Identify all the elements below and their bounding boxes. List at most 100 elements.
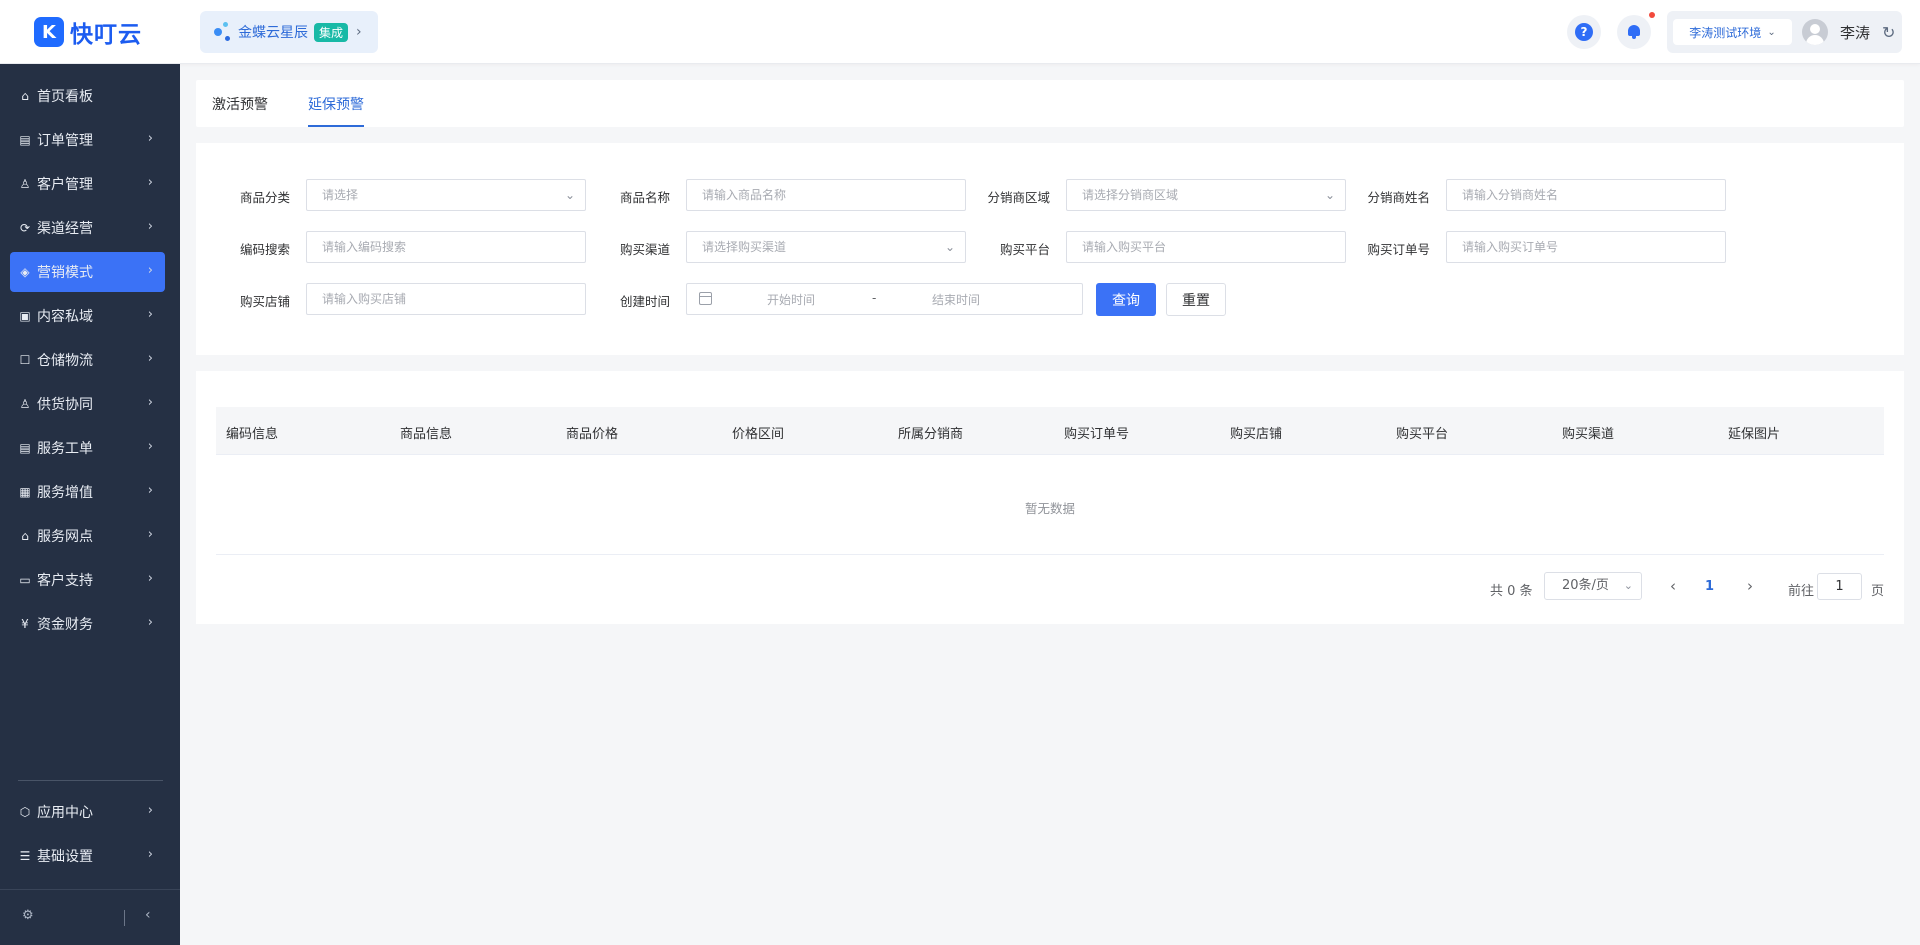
integration-chip[interactable]: 金蝶云星辰 集成 › [200,11,378,53]
notification-button[interactable] [1617,15,1651,49]
integration-name: 金蝶云星辰 [238,25,308,41]
chevron-right-icon: › [147,395,153,410]
product-name-label: 商品名称 [619,190,670,205]
sidebar-item-supply[interactable]: ♙ 供货协同 › [10,384,165,424]
sidebar-item-content[interactable]: ▣ 内容私域 › [10,296,165,336]
sidebar-divider [18,780,163,781]
tab-activation-warning[interactable]: 激活预警 [212,94,268,114]
distributor-name-label: 分销商姓名 [1367,190,1430,205]
sidebar-item-channels[interactable]: ⟳ 渠道经营 › [10,208,165,248]
sidebar-item-label: 应用中心 [37,805,93,821]
logo-text: 快叮云 [70,22,142,48]
sliders-icon: ☰ [19,849,31,863]
goto-page-input[interactable]: 1 [1817,573,1862,600]
reset-button[interactable]: 重置 [1166,283,1226,316]
chevron-right-icon: › [147,263,153,278]
purchase-shop-input[interactable]: 请输入购买店铺 [306,283,586,315]
purchase-order-placeholder: 请输入购买订单号 [1462,240,1559,254]
purchase-channel-select[interactable]: 请选择购买渠道 ⌄ [686,231,966,263]
user-name[interactable]: 李涛 [1840,22,1870,43]
sidebar-menu: ⌂ 首页看板 ▤ 订单管理 › ♙ 客户管理 › ⟳ 渠道经营 › ◈ 营销模式… [10,76,165,648]
sidebar-item-app-center[interactable]: ⬡ 应用中心 › [10,792,165,832]
table-header: 编码信息 商品信息 商品价格 价格区间 所属分销商 购买订单号 购买店铺 购买平… [216,407,1884,455]
sidebar-item-settings[interactable]: ☰ 基础设置 › [10,836,165,876]
sidebar-item-outlets[interactable]: ⌂ 服务网点 › [10,516,165,556]
column-header: 购买渠道 [1562,427,1615,442]
prev-page-icon[interactable]: ‹ [1670,577,1676,595]
env-select[interactable]: 李涛测试环境 ⌄ [1673,19,1792,45]
next-page-icon[interactable]: › [1747,577,1753,595]
code-search-label: 编码搜索 [239,242,290,257]
page-suffix: 页 [1871,584,1885,599]
help-icon: ? [1575,23,1593,41]
chevron-down-icon: ⌄ [1623,579,1633,592]
sidebar-footer-divider [0,889,180,890]
sidebar-item-service-orders[interactable]: ▤ 服务工单 › [10,428,165,468]
avatar[interactable] [1802,19,1828,45]
gear-icon[interactable]: ⚙ [22,908,34,923]
supplier-icon: ♙ [19,397,31,411]
page-number-current[interactable]: 1 [1705,579,1714,594]
created-time-range[interactable]: 开始时间 - 结束时间 [686,283,1083,315]
chevron-right-icon: › [147,131,153,146]
integration-badge: 集成 [314,22,349,42]
sidebar-item-dashboard[interactable]: ⌂ 首页看板 [10,76,165,116]
end-date-input[interactable]: 结束时间 [932,291,980,308]
chevron-right-icon: › [147,351,153,366]
box-icon: ☐ [19,353,31,367]
empty-state: 暂无数据 [1024,501,1075,516]
sidebar-item-customers[interactable]: ♙ 客户管理 › [10,164,165,204]
sidebar-item-marketing[interactable]: ◈ 营销模式 › [10,252,165,292]
sidebar-item-orders[interactable]: ▤ 订单管理 › [10,120,165,160]
purchase-platform-placeholder: 请输入购买平台 [1082,240,1167,254]
user-panel: 李涛测试环境 ⌄ 李涛 ↻ [1667,11,1902,53]
sidebar-item-label: 资金财务 [37,617,93,633]
help-button[interactable]: ? [1567,15,1601,49]
sidebar-item-label: 供货协同 [37,397,93,413]
image-icon: ▣ [19,309,31,323]
sidebar-item-warehouse[interactable]: ☐ 仓储物流 › [10,340,165,380]
chevron-right-icon: › [147,175,153,190]
sidebar-item-support[interactable]: ▭ 客户支持 › [10,560,165,600]
notification-dot [1649,12,1655,18]
app-logo[interactable]: K 快叮云 [34,16,142,48]
calendar-icon [699,292,712,305]
chevron-down-icon: ⌄ [564,188,575,202]
sidebar-item-finance[interactable]: ¥ 资金财务 › [10,604,165,644]
query-button[interactable]: 查询 [1096,283,1156,316]
category-select[interactable]: 请选择 ⌄ [306,179,586,211]
chevron-right-icon: › [147,219,153,234]
logo-mark: K [34,17,64,47]
page-size-select[interactable]: 20条/页 ⌄ [1544,572,1642,600]
sidebar-item-value-added[interactable]: ▦ 服务增值 › [10,472,165,512]
sidebar: ⌂ 首页看板 ▤ 订单管理 › ♙ 客户管理 › ⟳ 渠道经营 › ◈ 营销模式… [0,64,180,945]
chevron-down-icon: ⌄ [1767,26,1776,38]
sidebar-item-label: 营销模式 [37,265,93,281]
product-name-input[interactable]: 请输入商品名称 [686,179,966,211]
support-icon: ▭ [19,573,31,587]
purchase-platform-input[interactable]: 请输入购买平台 [1066,231,1346,263]
sidebar-item-label: 订单管理 [37,133,93,149]
clipboard-icon: ▤ [19,133,31,147]
sidebar-item-label: 客户支持 [37,573,93,589]
region-select[interactable]: 请选择分销商区域 ⌄ [1066,179,1346,211]
product-name-placeholder: 请输入商品名称 [702,188,787,202]
collapse-sidebar-icon[interactable]: ‹ [145,907,151,923]
kingdee-logo-icon [214,21,232,43]
sidebar-item-label: 首页看板 [37,89,93,105]
sidebar-item-label: 内容私域 [37,309,93,325]
tab-warranty-warning[interactable]: 延保预警 [308,94,364,114]
purchase-order-label: 购买订单号 [1367,242,1430,257]
purchase-order-input[interactable]: 请输入购买订单号 [1446,231,1726,263]
refresh-icon[interactable]: ↻ [1882,23,1895,42]
chevron-right-icon: › [147,847,153,862]
start-date-input[interactable]: 开始时间 [767,291,815,308]
sidebar-item-label: 渠道经营 [37,221,93,237]
column-header: 商品信息 [400,427,453,442]
distributor-name-input[interactable]: 请输入分销商姓名 [1446,179,1726,211]
region-select-placeholder: 请选择分销商区域 [1082,188,1179,202]
column-header: 延保图片 [1728,427,1781,442]
code-search-input[interactable]: 请输入编码搜索 [306,231,586,263]
purchase-shop-placeholder: 请输入购买店铺 [322,292,407,306]
code-search-placeholder: 请输入编码搜索 [322,240,407,254]
